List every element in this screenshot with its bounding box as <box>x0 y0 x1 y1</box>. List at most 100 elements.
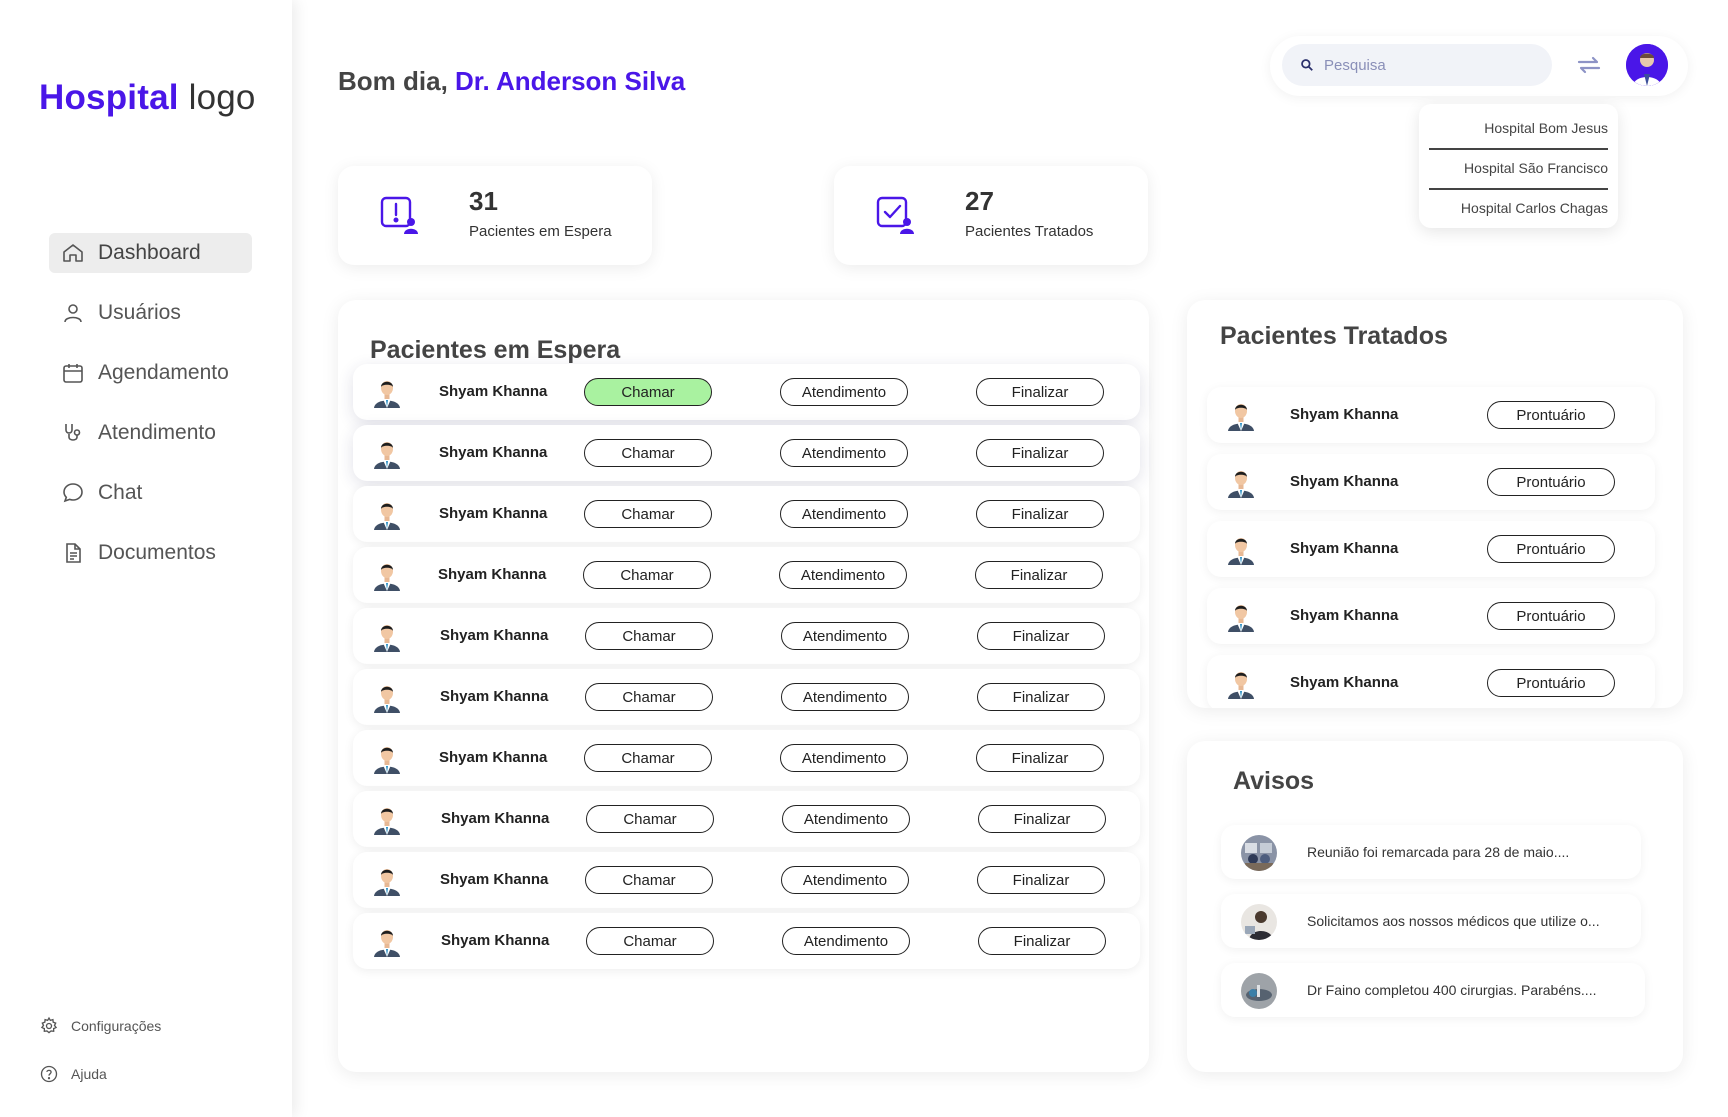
waiting-patient-row: Shyam Khanna Chamar Atendimento Finalizar <box>353 364 1140 420</box>
finish-button[interactable]: Finalizar <box>977 622 1105 650</box>
patient-avatar <box>371 437 403 469</box>
patient-avatar <box>371 498 403 530</box>
nav-item-label: Chat <box>98 481 143 504</box>
waiting-patient-row: Shyam Khanna Chamar Atendimento Finalizar <box>353 608 1140 664</box>
call-button[interactable]: Chamar <box>584 378 712 406</box>
hospital-option[interactable]: Hospital Bom Jesus <box>1429 110 1608 150</box>
notice-text: Solicitamos aos nossos médicos que utili… <box>1307 913 1600 929</box>
notices-panel-title: Avisos <box>1233 767 1315 795</box>
patient-avatar <box>371 742 403 774</box>
waiting-patient-row: Shyam Khanna Chamar Atendimento Finalizar <box>353 730 1140 786</box>
hospital-option[interactable]: Hospital São Francisco <box>1429 150 1608 190</box>
patient-avatar <box>371 681 403 713</box>
patient-avatar <box>371 620 403 652</box>
call-button[interactable]: Chamar <box>585 622 713 650</box>
waiting-patient-row: Shyam Khanna Chamar Atendimento Finalizar <box>353 486 1140 542</box>
waiting-alert-icon <box>378 194 422 238</box>
attend-button[interactable]: Atendimento <box>781 683 909 711</box>
patient-avatar <box>1225 466 1257 498</box>
patient-avatar <box>371 559 403 591</box>
call-button[interactable]: Chamar <box>584 439 712 467</box>
patient-name: Shyam Khanna <box>439 749 548 766</box>
stat-card-treated: 27 Pacientes Tratados <box>834 166 1148 265</box>
nav-item-agendamento[interactable]: Agendamento <box>49 353 252 393</box>
call-button[interactable]: Chamar <box>586 927 714 955</box>
finish-button[interactable]: Finalizar <box>977 683 1105 711</box>
treated-count: 27 <box>965 186 994 216</box>
sidebar-footer: Configurações Ajuda <box>39 1014 161 1110</box>
patient-avatar <box>1225 667 1257 699</box>
nav-item-usuarios[interactable]: Usuários <box>49 293 252 333</box>
document-icon <box>61 541 85 565</box>
patient-name: Shyam Khanna <box>438 566 547 583</box>
hospital-logo[interactable]: Hospital logo <box>39 78 256 118</box>
patient-avatar <box>1225 399 1257 431</box>
user-avatar[interactable] <box>1626 44 1668 86</box>
call-button[interactable]: Chamar <box>584 500 712 528</box>
call-button[interactable]: Chamar <box>585 683 713 711</box>
attend-button[interactable]: Atendimento <box>780 500 908 528</box>
treated-patient-row: Shyam Khanna Prontuário <box>1207 521 1655 577</box>
waiting-patient-row: Shyam Khanna Chamar Atendimento Finalizar <box>353 425 1140 481</box>
attend-button[interactable]: Atendimento <box>781 866 909 894</box>
nav-item-atendimento[interactable]: Atendimento <box>49 413 252 453</box>
notice-thumbnail <box>1241 904 1277 940</box>
hospital-option[interactable]: Hospital Carlos Chagas <box>1429 190 1608 230</box>
stat-card-waiting: 31 Pacientes em Espera <box>338 166 652 265</box>
record-button[interactable]: Prontuário <box>1487 468 1615 496</box>
waiting-patient-row: Shyam Khanna Chamar Atendimento Finalizar <box>353 852 1140 908</box>
record-button[interactable]: Prontuário <box>1487 401 1615 429</box>
finish-button[interactable]: Finalizar <box>978 805 1106 833</box>
waiting-patient-row: Shyam Khanna Chamar Atendimento Finalizar <box>353 913 1140 969</box>
help-link[interactable]: Ajuda <box>39 1062 161 1086</box>
finish-button[interactable]: Finalizar <box>976 500 1104 528</box>
attend-button[interactable]: Atendimento <box>780 744 908 772</box>
call-button[interactable]: Chamar <box>583 561 711 589</box>
finish-button[interactable]: Finalizar <box>975 561 1103 589</box>
waiting-panel: Pacientes em Espera Shyam Khanna Chamar At… <box>338 300 1149 1072</box>
sync-icon[interactable] <box>1575 51 1603 79</box>
notice-item[interactable]: Dr Faino completou 400 cirurgias. Parabé… <box>1221 963 1645 1017</box>
attend-button[interactable]: Atendimento <box>779 561 907 589</box>
patient-name: Shyam Khanna <box>439 505 548 522</box>
patient-name: Shyam Khanna <box>1290 473 1399 490</box>
patient-name: Shyam Khanna <box>1290 406 1399 423</box>
finish-button[interactable]: Finalizar <box>978 927 1106 955</box>
attend-button[interactable]: Atendimento <box>782 805 910 833</box>
attend-button[interactable]: Atendimento <box>780 439 908 467</box>
notice-item[interactable]: Reunião foi remarcada para 28 de maio...… <box>1221 825 1641 879</box>
notice-item[interactable]: Solicitamos aos nossos médicos que utili… <box>1221 894 1641 948</box>
call-button[interactable]: Chamar <box>584 744 712 772</box>
nav-item-documentos[interactable]: Documentos <box>49 533 252 573</box>
search-input[interactable] <box>1324 56 1544 74</box>
finish-button[interactable]: Finalizar <box>976 439 1104 467</box>
waiting-patient-row: Shyam Khanna Chamar Atendimento Finalizar <box>353 547 1140 603</box>
finish-button[interactable]: Finalizar <box>977 866 1105 894</box>
call-button[interactable]: Chamar <box>585 866 713 894</box>
record-button[interactable]: Prontuário <box>1487 669 1615 697</box>
settings-link[interactable]: Configurações <box>39 1014 161 1038</box>
doctor-name: Dr. Anderson Silva <box>455 66 686 96</box>
attend-button[interactable]: Atendimento <box>781 622 909 650</box>
finish-button[interactable]: Finalizar <box>976 378 1104 406</box>
attend-button[interactable]: Atendimento <box>782 927 910 955</box>
notice-thumbnail <box>1241 835 1277 871</box>
record-button[interactable]: Prontuário <box>1487 602 1615 630</box>
calendar-icon <box>61 361 85 385</box>
nav-item-dashboard[interactable]: Dashboard <box>49 233 252 273</box>
patient-name: Shyam Khanna <box>440 688 549 705</box>
treated-panel-title: Pacientes Tratados <box>1220 322 1448 350</box>
waiting-panel-title: Pacientes em Espera <box>370 336 621 364</box>
finish-button[interactable]: Finalizar <box>976 744 1104 772</box>
nav-item-chat[interactable]: Chat <box>49 473 252 513</box>
logo-suffix: logo <box>188 78 256 117</box>
help-icon <box>39 1064 59 1084</box>
patient-avatar <box>371 803 403 835</box>
search-box <box>1282 44 1552 86</box>
user-icon <box>61 301 85 325</box>
call-button[interactable]: Chamar <box>586 805 714 833</box>
attend-button[interactable]: Atendimento <box>780 378 908 406</box>
top-bar <box>1270 36 1688 96</box>
sidebar: Hospital logo Dashboard Usuários Agendam… <box>0 0 292 1117</box>
record-button[interactable]: Prontuário <box>1487 535 1615 563</box>
